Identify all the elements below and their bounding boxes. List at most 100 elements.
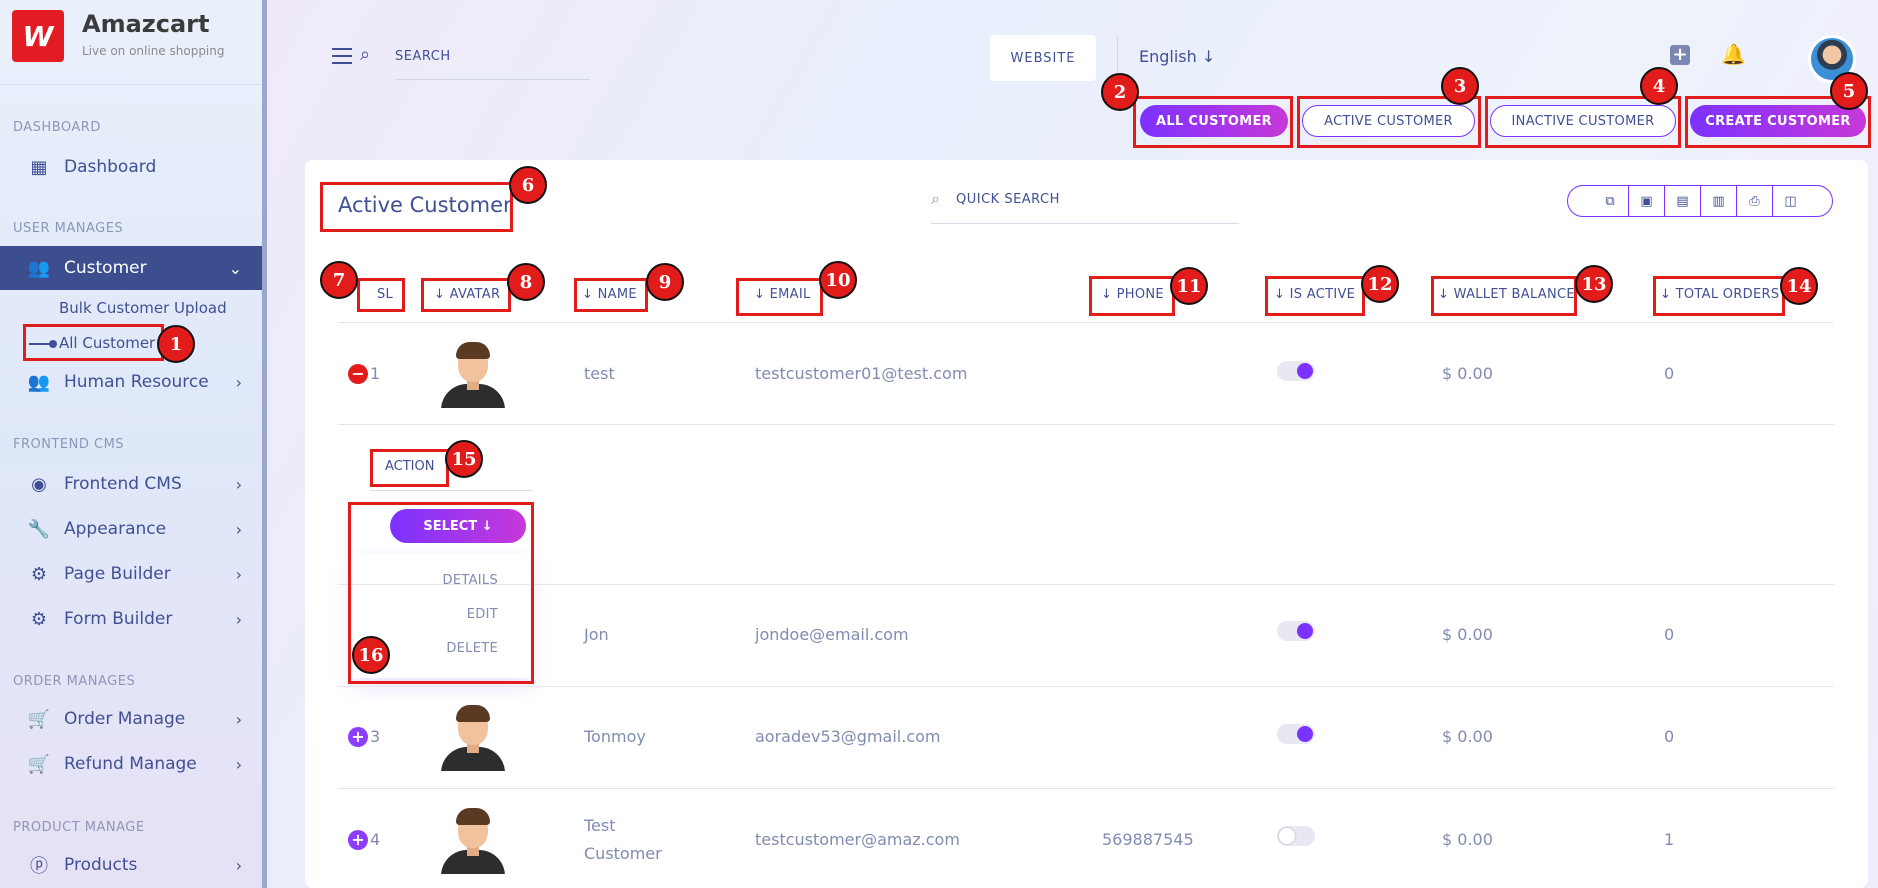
row-sl: 1 xyxy=(370,364,381,383)
chevron-right-icon: › xyxy=(235,564,242,584)
users-icon: 👥 xyxy=(27,371,51,393)
annotation-number: 15 xyxy=(445,440,483,478)
sidebar-item-frontend-cms[interactable]: ◉ Frontend CMS › xyxy=(0,462,262,506)
chevron-right-icon: › xyxy=(235,754,242,774)
select-dropdown-button[interactable]: SELECT ↓ xyxy=(390,509,526,543)
row-email: jondoe@email.com xyxy=(755,625,909,644)
brand[interactable]: W Amazcart Live on online shopping xyxy=(12,10,225,70)
row-wallet: $ 0.00 xyxy=(1442,364,1493,383)
quick-search-input[interactable]: QUICK SEARCH xyxy=(956,192,1060,207)
sidebar-item-label: Form Builder xyxy=(64,609,173,629)
annotation-number: 7 xyxy=(320,261,358,299)
divider xyxy=(338,686,1834,687)
customer-avatar xyxy=(439,340,507,408)
sidebar-item-human-resource[interactable]: 👥 Human Resource › xyxy=(0,360,262,404)
active-toggle[interactable] xyxy=(1277,826,1315,846)
menu-item-details[interactable]: DETAILS xyxy=(443,573,498,588)
expand-row-icon[interactable]: + xyxy=(348,830,368,850)
active-indicator-icon xyxy=(29,340,57,348)
column-header-total-orders[interactable]: ↓ TOTAL ORDERS xyxy=(1660,287,1779,302)
sidebar-item-refund-manage[interactable]: 🛒 Refund Manage › xyxy=(0,742,262,786)
bell-icon[interactable]: 🔔 xyxy=(1721,42,1746,66)
divider xyxy=(338,584,1834,585)
column-header-wallet-balance[interactable]: ↓ WALLET BALANCE xyxy=(1438,287,1575,302)
sidebar-item-label: Dashboard xyxy=(64,157,157,177)
column-header-sl[interactable]: SL xyxy=(377,287,393,302)
row-orders: 0 xyxy=(1664,364,1675,383)
annotation-number: 4 xyxy=(1640,67,1678,105)
active-toggle[interactable] xyxy=(1277,361,1315,381)
divider xyxy=(338,424,1834,425)
collapse-row-icon[interactable]: − xyxy=(348,364,368,384)
sidebar-item-page-builder[interactable]: ⚙ Page Builder › xyxy=(0,552,262,596)
chevron-right-icon: › xyxy=(235,474,242,494)
columns-icon[interactable]: ◫ xyxy=(1772,186,1808,216)
sidebar-item-customer[interactable]: 👥 Customer ⌄ xyxy=(0,246,262,290)
sidebar-item-appearance[interactable]: 🔧 Appearance › xyxy=(0,507,262,551)
sidebar-item-label: Human Resource xyxy=(64,372,209,392)
pdf-icon[interactable]: ▥ xyxy=(1700,186,1736,216)
sidebar-item-products[interactable]: ⓟ Products › xyxy=(0,843,262,887)
sidebar-item-label: Appearance xyxy=(64,519,167,539)
row-orders: 0 xyxy=(1664,625,1675,644)
create-customer-button[interactable]: CREATE CUSTOMER xyxy=(1690,105,1866,137)
sidebar-item-label: Page Builder xyxy=(64,564,171,584)
row-email: testcustomer@amaz.com xyxy=(755,830,960,849)
sidebar-item-label: Frontend CMS xyxy=(64,474,182,494)
sidebar-item-label: Customer xyxy=(64,258,147,278)
annotation-number: 14 xyxy=(1780,267,1818,305)
language-select[interactable]: English ↓ xyxy=(1139,47,1215,66)
row-orders: 0 xyxy=(1664,727,1675,746)
sidebar-item-dashboard[interactable]: ▦ Dashboard xyxy=(0,145,262,189)
annotation-number: 6 xyxy=(509,166,547,204)
menu-item-delete[interactable]: DELETE xyxy=(446,641,498,656)
website-button[interactable]: WEBSITE xyxy=(990,35,1096,81)
sidebar: W Amazcart Live on online shopping DASHB… xyxy=(0,0,267,888)
print-icon[interactable]: ⎙ xyxy=(1736,186,1772,216)
csv-icon[interactable]: ▤ xyxy=(1664,186,1700,216)
active-toggle[interactable] xyxy=(1277,621,1315,641)
cart-icon: 🛒 xyxy=(27,753,51,775)
column-header-phone[interactable]: ↓ PHONE xyxy=(1101,287,1164,302)
column-header-avatar[interactable]: ↓ AVATAR xyxy=(434,287,500,302)
row-wallet: $ 0.00 xyxy=(1442,830,1493,849)
expand-row-icon[interactable]: + xyxy=(348,727,368,747)
active-customer-button[interactable]: ACTIVE CUSTOMER xyxy=(1302,105,1475,137)
section-label-product-manage: PRODUCT MANAGE xyxy=(13,820,145,835)
menu-item-edit[interactable]: EDIT xyxy=(467,607,498,622)
action-header: ACTION xyxy=(385,459,435,474)
sidebar-item-order-manage[interactable]: 🛒 Order Manage › xyxy=(0,697,262,741)
column-header-email[interactable]: ↓ EMAIL xyxy=(754,287,811,302)
all-customer-button[interactable]: ALL CUSTOMER xyxy=(1140,105,1288,137)
divider xyxy=(0,84,262,85)
chevron-right-icon: › xyxy=(235,372,242,392)
column-header-name[interactable]: ↓ NAME xyxy=(582,287,637,302)
annotation-number: 8 xyxy=(507,263,545,301)
hamburger-menu-icon[interactable] xyxy=(332,48,352,64)
divider xyxy=(338,322,1834,323)
search-input[interactable]: SEARCH xyxy=(395,49,451,64)
brand-logo[interactable]: W xyxy=(12,10,64,62)
section-label-dashboard: DASHBOARD xyxy=(13,120,101,135)
plus-icon[interactable]: + xyxy=(1670,45,1690,65)
search-underline xyxy=(395,79,590,80)
grid-icon: ▦ xyxy=(30,156,48,178)
row-name-line2: Customer xyxy=(584,844,662,863)
search-icon[interactable]: ⌕ xyxy=(360,44,370,65)
gears-icon: ⚙ xyxy=(30,608,48,630)
page-title: Active Customer xyxy=(338,193,512,217)
chevron-right-icon: › xyxy=(235,855,242,875)
excel-icon[interactable]: ▣ xyxy=(1628,186,1664,216)
inactive-customer-button[interactable]: INACTIVE CUSTOMER xyxy=(1490,105,1676,137)
column-header-is-active[interactable]: ↓ IS ACTIVE xyxy=(1274,287,1355,302)
search-icon: ⌕ xyxy=(931,189,940,208)
sidebar-subitem-bulk-upload[interactable]: Bulk Customer Upload xyxy=(59,299,227,317)
sidebar-subitem-all-customer[interactable]: All Customer xyxy=(59,334,155,352)
divider xyxy=(370,490,532,491)
active-toggle[interactable] xyxy=(1277,724,1315,744)
copy-icon[interactable]: ⧉ xyxy=(1592,186,1628,216)
eye-icon: ◉ xyxy=(31,473,47,495)
row-phone: 569887545 xyxy=(1102,830,1194,849)
sidebar-item-form-builder[interactable]: ⚙ Form Builder › xyxy=(0,597,262,641)
chevron-down-icon: ⌄ xyxy=(228,258,242,278)
